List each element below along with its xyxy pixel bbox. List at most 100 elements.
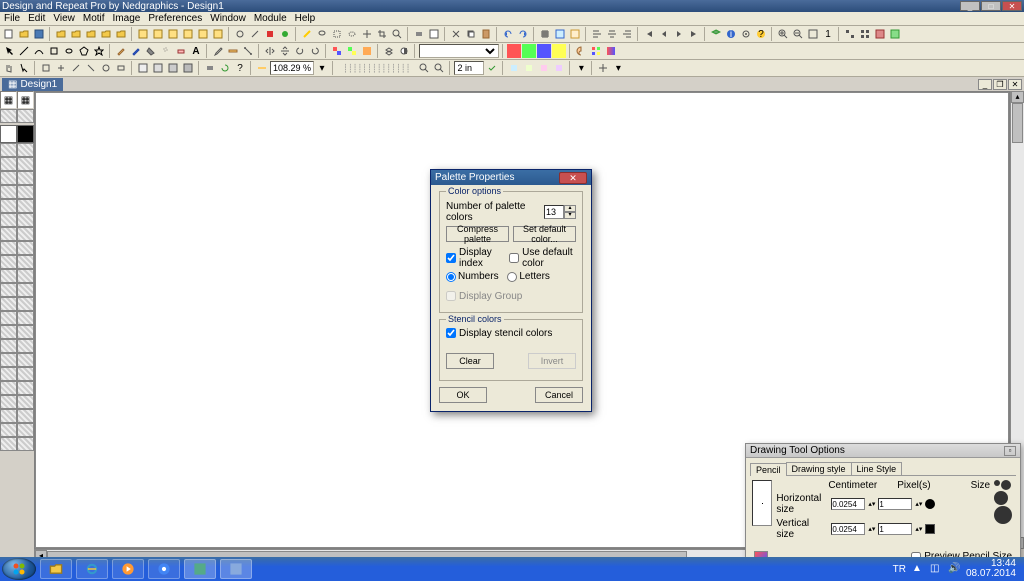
- repeat-c-icon[interactable]: [873, 27, 887, 41]
- palette-swatch[interactable]: [17, 157, 34, 171]
- tool-j-icon[interactable]: [278, 27, 292, 41]
- t3-c-icon[interactable]: [69, 61, 83, 75]
- tab-line-style[interactable]: Line Style: [851, 462, 903, 475]
- menu-file[interactable]: File: [4, 13, 20, 24]
- tool-d-icon[interactable]: [181, 27, 195, 41]
- brush-sizes[interactable]: [994, 480, 1014, 543]
- align-c-icon[interactable]: [605, 27, 619, 41]
- flip-v-icon[interactable]: [278, 44, 292, 58]
- spray-icon[interactable]: [159, 44, 173, 58]
- task-explorer[interactable]: [40, 559, 72, 579]
- palette-swatch[interactable]: [0, 213, 17, 227]
- palette-swatch[interactable]: [0, 255, 17, 269]
- tray-flag-icon[interactable]: ▲: [912, 563, 924, 575]
- save-icon[interactable]: [32, 27, 46, 41]
- tray-clock[interactable]: 13:44 08.07.2014: [966, 559, 1016, 579]
- palette-swatch[interactable]: [17, 255, 34, 269]
- paste-icon[interactable]: [479, 27, 493, 41]
- palette-swatch[interactable]: [17, 109, 34, 123]
- grid3-icon[interactable]: [568, 27, 582, 41]
- layer-select[interactable]: [419, 44, 499, 58]
- palette-swatch[interactable]: [17, 311, 34, 325]
- grid2-icon[interactable]: [553, 27, 567, 41]
- color-d-icon[interactable]: [552, 44, 566, 58]
- palette-swatch[interactable]: [17, 381, 34, 395]
- palette-swatch[interactable]: [17, 325, 34, 339]
- color-a-icon[interactable]: [507, 44, 521, 58]
- undo-icon[interactable]: [501, 27, 515, 41]
- star-icon[interactable]: [92, 44, 106, 58]
- repeat-d-icon[interactable]: [888, 27, 902, 41]
- zoom-icon[interactable]: [390, 27, 404, 41]
- color-bg[interactable]: [17, 125, 34, 143]
- document-tab[interactable]: ▦ Design1: [2, 78, 63, 91]
- doc-restore-button[interactable]: ❐: [993, 79, 1007, 90]
- palette-swatch[interactable]: [0, 311, 17, 325]
- doc-minimize-button[interactable]: _: [978, 79, 992, 90]
- pattern-b-icon[interactable]: [345, 44, 359, 58]
- zoom-out-icon[interactable]: [791, 27, 805, 41]
- help-icon[interactable]: ?: [754, 27, 768, 41]
- palette-swatch[interactable]: [17, 185, 34, 199]
- mask-icon[interactable]: [397, 44, 411, 58]
- t3-f-icon[interactable]: [114, 61, 128, 75]
- spin-up-button[interactable]: ▴: [564, 205, 576, 212]
- palette-swatch[interactable]: [17, 437, 34, 451]
- palette-swatch[interactable]: [0, 171, 17, 185]
- invert-button[interactable]: Invert: [528, 353, 576, 369]
- rot-l-icon[interactable]: [293, 44, 307, 58]
- last-icon[interactable]: [687, 27, 701, 41]
- lasso-icon[interactable]: [315, 27, 329, 41]
- palette-swatch[interactable]: [17, 227, 34, 241]
- ok-button[interactable]: OK: [439, 387, 487, 403]
- rot-r-icon[interactable]: [308, 44, 322, 58]
- next-icon[interactable]: [672, 27, 686, 41]
- spin-down-button[interactable]: ▾: [564, 212, 576, 219]
- ruler-icon[interactable]: [226, 44, 240, 58]
- grid5-icon[interactable]: ▾: [611, 61, 625, 75]
- zoom-out2-icon[interactable]: [432, 61, 446, 75]
- t3-m-icon[interactable]: [537, 61, 551, 75]
- tool-b-icon[interactable]: [151, 27, 165, 41]
- repeat-b-icon[interactable]: [858, 27, 872, 41]
- move-icon[interactable]: [360, 27, 374, 41]
- task-app-2[interactable]: [220, 559, 252, 579]
- layers2-icon[interactable]: [382, 44, 396, 58]
- sel-rect-icon[interactable]: [330, 27, 344, 41]
- dtool-close-button[interactable]: ▫: [1004, 446, 1016, 456]
- cut-icon[interactable]: [449, 27, 463, 41]
- tool-g-icon[interactable]: [233, 27, 247, 41]
- palette-swatch[interactable]: [0, 109, 17, 123]
- pattern-c-icon[interactable]: [360, 44, 374, 58]
- cancel-button[interactable]: Cancel: [535, 387, 583, 403]
- display-index-checkbox[interactable]: [446, 253, 456, 263]
- t3-b-icon[interactable]: [54, 61, 68, 75]
- letters-radio[interactable]: [507, 272, 517, 282]
- menu-preferences[interactable]: Preferences: [148, 13, 202, 24]
- palette-swatch[interactable]: [0, 157, 17, 171]
- display-stencil-checkbox[interactable]: [446, 328, 456, 338]
- redo-icon[interactable]: [516, 27, 530, 41]
- clear-button[interactable]: Clear: [446, 353, 494, 369]
- t3-k-icon[interactable]: [507, 61, 521, 75]
- menu-window[interactable]: Window: [210, 13, 246, 24]
- prev-icon[interactable]: [657, 27, 671, 41]
- t3-i-icon[interactable]: [166, 61, 180, 75]
- copy-icon[interactable]: [464, 27, 478, 41]
- menu-motif[interactable]: Motif: [83, 13, 105, 24]
- measure-input[interactable]: [454, 61, 484, 75]
- wand-icon[interactable]: [300, 27, 314, 41]
- t3-j-icon[interactable]: [181, 61, 195, 75]
- use-default-color-checkbox[interactable]: [509, 253, 519, 263]
- start-button[interactable]: [2, 558, 36, 580]
- t3-d-icon[interactable]: [84, 61, 98, 75]
- palette-swatch[interactable]: [0, 185, 17, 199]
- compress-palette-button[interactable]: Compress palette: [446, 226, 509, 242]
- palette-swatch[interactable]: [0, 283, 17, 297]
- vsize-cm-input[interactable]: [831, 523, 865, 535]
- menu-help[interactable]: Help: [295, 13, 316, 24]
- preview-icon[interactable]: [427, 27, 441, 41]
- grid4-icon[interactable]: [596, 61, 610, 75]
- set-default-color-button[interactable]: Set default color...: [513, 226, 576, 242]
- open-icon[interactable]: [17, 27, 31, 41]
